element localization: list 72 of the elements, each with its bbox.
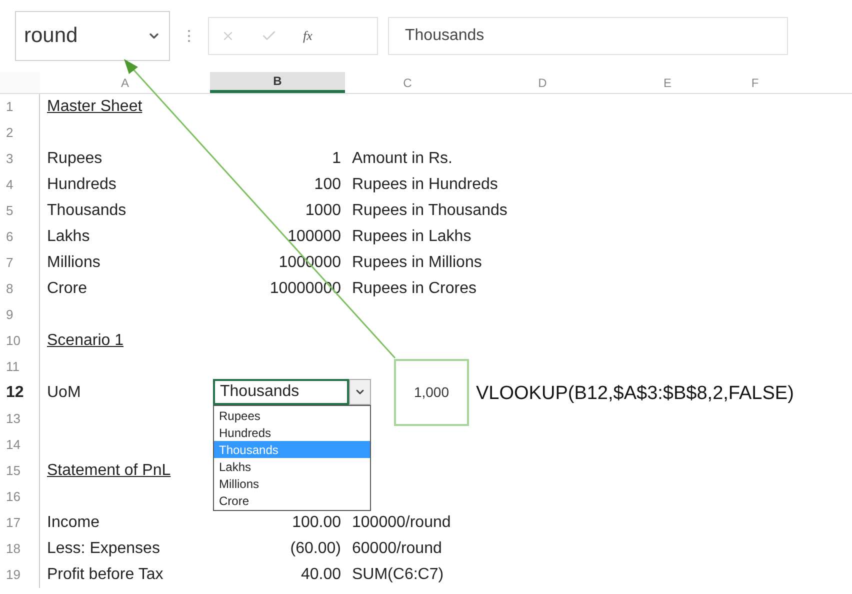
dropdown-option[interactable]: Lakhs xyxy=(214,458,370,475)
table-cell-text: Rupees xyxy=(47,149,102,169)
row-number[interactable]: 2 xyxy=(0,120,40,146)
row-number[interactable]: 17 xyxy=(0,510,40,536)
column-header[interactable]: C xyxy=(345,72,470,93)
name-box-value: round xyxy=(24,23,78,50)
table-cell-text: 1000 xyxy=(305,201,341,221)
table-cell-text: 100000/round xyxy=(352,513,451,533)
table-cell-text: Rupees in Hundreds xyxy=(352,175,498,195)
insert-function-button[interactable]: fx xyxy=(303,26,312,46)
dropdown-button[interactable] xyxy=(349,379,371,405)
table-cell-text: Income xyxy=(47,513,100,533)
table-cell-text: Less: Expenses xyxy=(47,539,160,559)
dropdown-option[interactable]: Rupees xyxy=(214,407,370,424)
table-cell-text: Statement of PnL xyxy=(47,461,171,481)
row-number[interactable]: 18 xyxy=(0,536,40,562)
row-number[interactable]: 7 xyxy=(0,250,40,276)
table-cell-text: SUM(C6:C7) xyxy=(352,565,444,585)
dropdown-option[interactable]: Crore xyxy=(214,492,370,509)
table-cell-text: 100 xyxy=(314,175,341,195)
table-cell-text: (60.00) xyxy=(290,539,341,559)
row-number[interactable]: 1 xyxy=(0,94,40,120)
column-header[interactable]: D xyxy=(470,72,615,93)
row-number[interactable]: 5 xyxy=(0,198,40,224)
cancel-icon[interactable] xyxy=(221,29,235,43)
row-number[interactable]: 14 xyxy=(0,432,40,458)
dropdown-cell[interactable]: Thousands xyxy=(213,379,349,405)
row-number[interactable]: 12 xyxy=(0,380,40,406)
result-value: 1,000 xyxy=(414,383,450,402)
column-header[interactable]: F xyxy=(720,72,790,93)
row-number[interactable]: 10 xyxy=(0,328,40,354)
row-number[interactable]: 19 xyxy=(0,562,40,588)
table-cell-text: 60000/round xyxy=(352,539,442,559)
table-cell-text: 100.00 xyxy=(292,513,341,533)
formula-annotation: VLOOKUP(B12,$A$3:$B$8,2,FALSE) xyxy=(476,382,794,406)
table-cell-text: Rupees in Thousands xyxy=(352,201,508,221)
table-cell-text: 100000 xyxy=(288,227,341,247)
column-header[interactable]: B xyxy=(210,72,345,93)
table-cell-text: Master Sheet xyxy=(47,97,142,117)
name-box[interactable]: round xyxy=(15,11,170,61)
table-cell-text: 1 xyxy=(332,149,341,169)
table-cell-text: Hundreds xyxy=(47,175,116,195)
table-cell-text: Scenario 1 xyxy=(47,331,124,351)
row-number[interactable]: 4 xyxy=(0,172,40,198)
row-number[interactable]: 8 xyxy=(0,276,40,302)
dropdown-option[interactable]: Thousands xyxy=(214,441,370,458)
row-number[interactable]: 13 xyxy=(0,406,40,432)
formula-value: Thousands xyxy=(405,26,484,46)
row-number[interactable]: 6 xyxy=(0,224,40,250)
table-cell-text: Amount in Rs. xyxy=(352,149,452,169)
row-number[interactable]: 9 xyxy=(0,302,40,328)
table-cell-text: Lakhs xyxy=(47,227,90,247)
table-cell-text: UoM xyxy=(47,383,81,403)
table-cell-text: Crore xyxy=(47,279,88,299)
row-number[interactable]: 16 xyxy=(0,484,40,510)
row-number[interactable]: 15 xyxy=(0,458,40,484)
table-cell-text: Millions xyxy=(47,253,100,273)
table-cell-text: Thousands xyxy=(47,201,126,221)
table-cell-text: Rupees in Lakhs xyxy=(352,227,472,247)
drag-handle-icon[interactable] xyxy=(188,30,190,42)
row-number[interactable]: 3 xyxy=(0,146,40,172)
row-number[interactable]: 11 xyxy=(0,354,40,380)
table-cell-text: Rupees in Millions xyxy=(352,253,482,273)
table-cell-text: Profit before Tax xyxy=(47,565,164,585)
dropdown-value: Thousands xyxy=(220,382,300,402)
table-cell-text: 40.00 xyxy=(300,565,341,585)
column-header[interactable]: A xyxy=(40,72,210,93)
dropdown-option[interactable]: Hundreds xyxy=(214,424,370,441)
dropdown-option[interactable]: Millions xyxy=(214,475,370,492)
table-cell-text: Rupees in Crores xyxy=(352,279,476,299)
column-header[interactable]: E xyxy=(615,72,720,93)
formula-bar[interactable]: Thousands xyxy=(388,17,788,55)
